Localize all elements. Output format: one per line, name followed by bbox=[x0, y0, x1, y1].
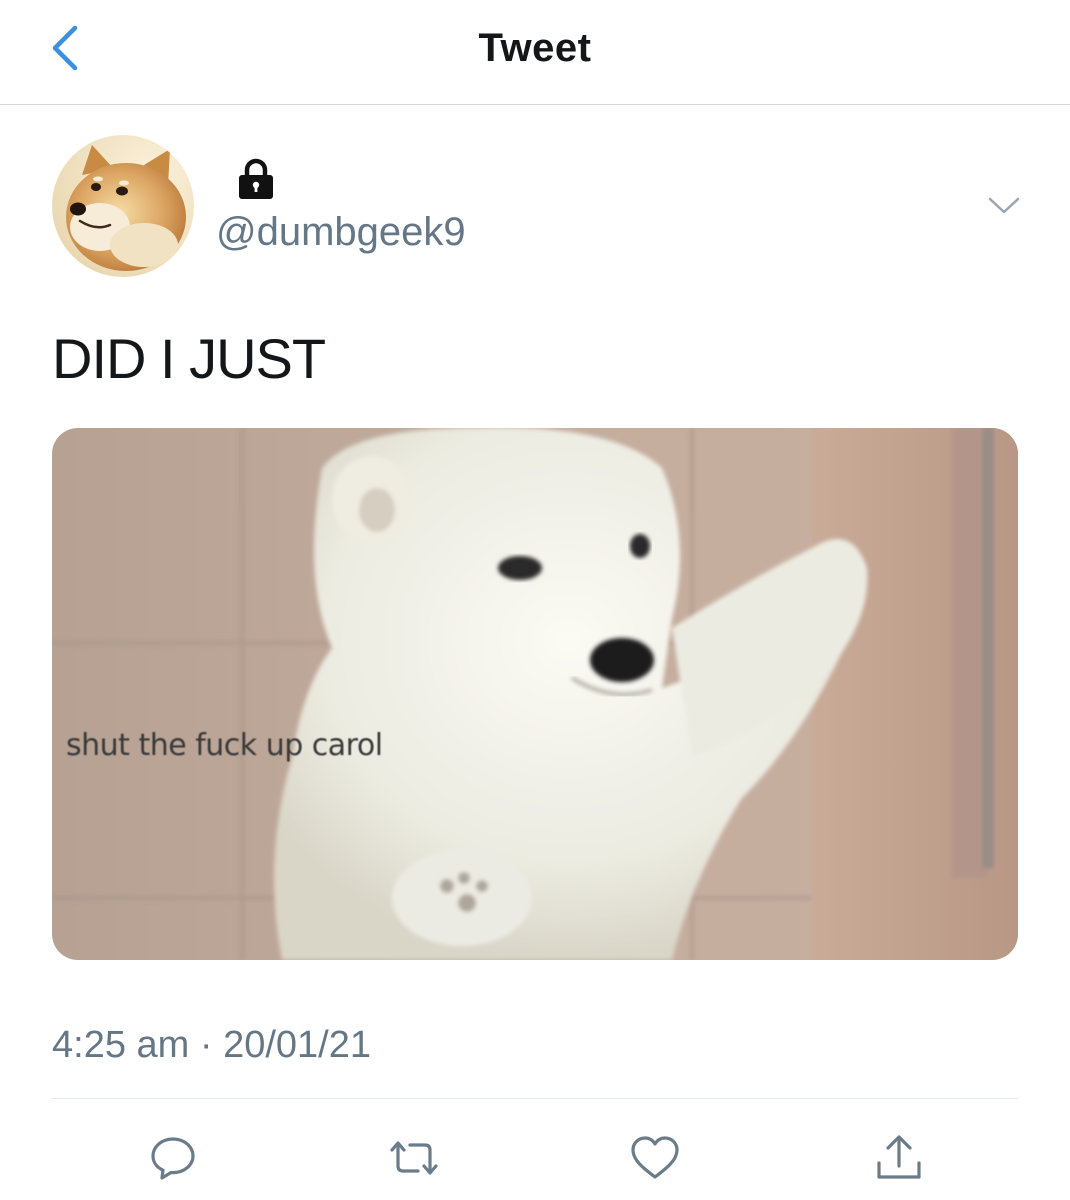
page-title: Tweet bbox=[478, 26, 592, 70]
share-icon bbox=[877, 1135, 921, 1179]
polar-bear-cub-image bbox=[52, 428, 1018, 960]
divider bbox=[52, 1098, 1018, 1099]
like-icon bbox=[631, 1136, 679, 1179]
doge-avatar bbox=[52, 135, 194, 277]
reply-icon bbox=[151, 1137, 195, 1180]
tweet-media[interactable]: shut the fuck up carol bbox=[52, 428, 1018, 960]
chevron-down-icon bbox=[988, 197, 1020, 214]
like-button[interactable] bbox=[625, 1128, 685, 1188]
author-handle[interactable]: @dumbgeek9 bbox=[216, 210, 466, 255]
media-caption: shut the fuck up carol bbox=[66, 728, 383, 763]
tweet-text: DID I JUST bbox=[52, 327, 326, 390]
more-options-button[interactable] bbox=[982, 188, 1026, 224]
avatar[interactable] bbox=[52, 135, 194, 277]
retweet-icon bbox=[390, 1141, 438, 1175]
lock-icon bbox=[236, 158, 276, 200]
navigation-bar: Tweet bbox=[0, 0, 1070, 105]
reply-button[interactable] bbox=[143, 1128, 203, 1188]
share-button[interactable] bbox=[869, 1128, 929, 1188]
retweet-button[interactable] bbox=[384, 1128, 444, 1188]
tweet-timestamp[interactable]: 4:25 am · 20/01/21 bbox=[52, 1024, 371, 1067]
